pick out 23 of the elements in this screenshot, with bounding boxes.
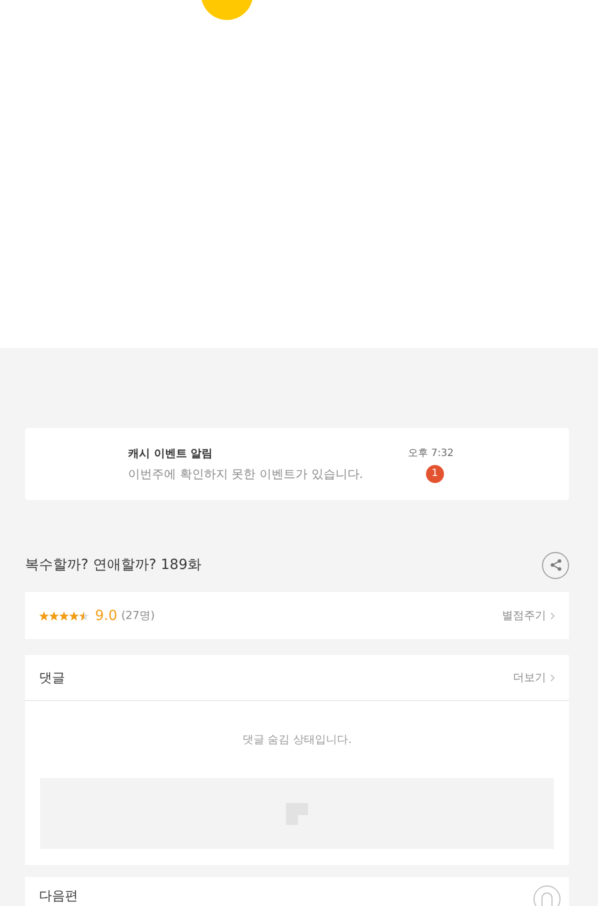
notification-card[interactable]: 캐시 이벤트 알림 이번주에 확인하지 못한 이벤트가 있습니다. 오후 7:32 1	[25, 428, 569, 500]
rating-count: (27명)	[121, 608, 155, 623]
star-icon	[59, 610, 69, 620]
more-button[interactable]: 더보기	[513, 670, 555, 685]
star-icon	[39, 610, 49, 620]
next-episode-title: 다음편	[39, 888, 78, 905]
share-icon	[548, 558, 562, 572]
notification-message: 이번주에 확인하지 못한 이벤트가 있습니다.	[128, 466, 364, 482]
next-episode-card[interactable]: 다음편	[25, 877, 569, 906]
chevron-right-icon	[550, 674, 555, 682]
share-button[interactable]	[542, 552, 569, 578]
star-icon	[69, 610, 79, 620]
star-icon	[49, 610, 59, 620]
star-icon	[79, 610, 89, 620]
notification-title: 캐시 이벤트 알림	[128, 446, 214, 460]
rate-button[interactable]: 별점주기	[502, 608, 555, 623]
notification-time: 오후 7:32	[408, 446, 454, 460]
chevron-right-icon	[550, 612, 555, 620]
hidden-comments-message: 댓글 숨김 상태입니다.	[242, 732, 352, 747]
comments-title: 댓글	[39, 670, 65, 686]
episode-title: 복수할까? 연애할까? 189화	[25, 556, 202, 574]
unread-badge: 1	[426, 464, 444, 482]
rating-score: 9.0	[95, 608, 118, 624]
